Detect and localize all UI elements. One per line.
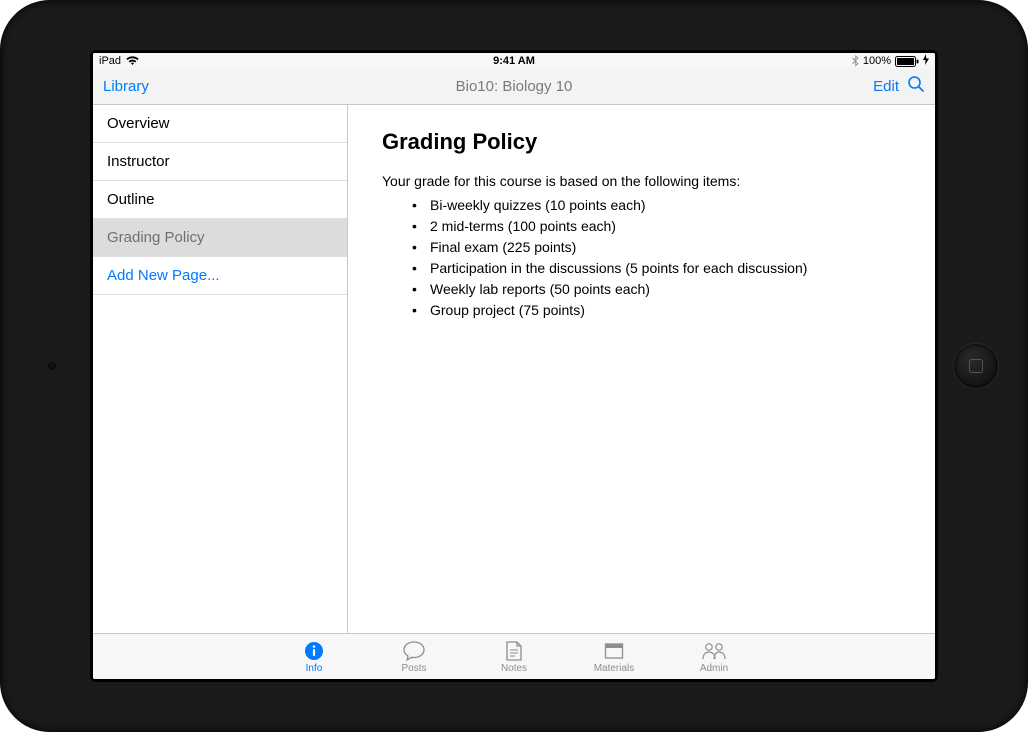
content-list: Bi-weekly quizzes (10 points each) 2 mid…	[382, 195, 901, 321]
screen: iPad 9:41 AM 100%	[93, 53, 935, 679]
tab-materials[interactable]: Materials	[584, 640, 644, 674]
battery-percent: 100%	[863, 55, 891, 67]
back-button[interactable]: Library	[103, 78, 149, 95]
body: Overview Instructor Outline Grading Poli…	[93, 105, 935, 633]
battery-icon	[895, 56, 919, 67]
tab-posts[interactable]: Posts	[384, 640, 444, 674]
info-icon	[304, 640, 324, 662]
camera-dot	[48, 362, 56, 370]
chat-icon	[403, 640, 425, 662]
home-button[interactable]	[954, 344, 998, 388]
tab-label: Admin	[700, 663, 728, 674]
tab-label: Posts	[401, 663, 426, 674]
ipad-frame: iPad 9:41 AM 100%	[0, 0, 1028, 732]
list-item: Final exam (225 points)	[412, 237, 901, 258]
charging-icon	[923, 54, 929, 68]
list-item: Group project (75 points)	[412, 300, 901, 321]
device-label: iPad	[99, 55, 121, 67]
tab-label: Notes	[501, 663, 527, 674]
edit-button[interactable]: Edit	[873, 78, 899, 95]
bluetooth-icon	[852, 55, 859, 67]
sidebar: Overview Instructor Outline Grading Poli…	[93, 105, 348, 633]
content-intro: Your grade for this course is based on t…	[382, 173, 901, 189]
list-item: Weekly lab reports (50 points each)	[412, 279, 901, 300]
admin-icon	[701, 640, 727, 662]
clock: 9:41 AM	[493, 55, 535, 67]
list-item: Participation in the discussions (5 poin…	[412, 258, 901, 279]
materials-icon	[604, 640, 624, 662]
list-item: Bi-weekly quizzes (10 points each)	[412, 195, 901, 216]
bezel: iPad 9:41 AM 100%	[90, 50, 938, 682]
notes-icon	[505, 640, 523, 662]
tab-admin[interactable]: Admin	[684, 640, 744, 674]
content-pane: Grading Policy Your grade for this cours…	[348, 105, 935, 633]
sidebar-item-outline[interactable]: Outline	[93, 181, 347, 219]
tab-info[interactable]: Info	[284, 640, 344, 674]
sidebar-add-new-page[interactable]: Add New Page...	[93, 257, 347, 295]
list-item: 2 mid-terms (100 points each)	[412, 216, 901, 237]
tab-bar: Info Posts Notes	[93, 633, 935, 679]
nav-bar: Library Bio10: Biology 10 Edit	[93, 69, 935, 105]
tab-notes[interactable]: Notes	[484, 640, 544, 674]
page-title: Bio10: Biology 10	[377, 78, 651, 95]
tab-label: Info	[306, 663, 323, 674]
wifi-icon	[126, 56, 139, 66]
status-bar: iPad 9:41 AM 100%	[93, 53, 935, 69]
sidebar-item-instructor[interactable]: Instructor	[93, 143, 347, 181]
tab-label: Materials	[594, 663, 635, 674]
content-heading: Grading Policy	[382, 129, 901, 155]
sidebar-item-overview[interactable]: Overview	[93, 105, 347, 143]
sidebar-item-grading-policy[interactable]: Grading Policy	[93, 219, 347, 257]
search-icon[interactable]	[907, 75, 925, 98]
